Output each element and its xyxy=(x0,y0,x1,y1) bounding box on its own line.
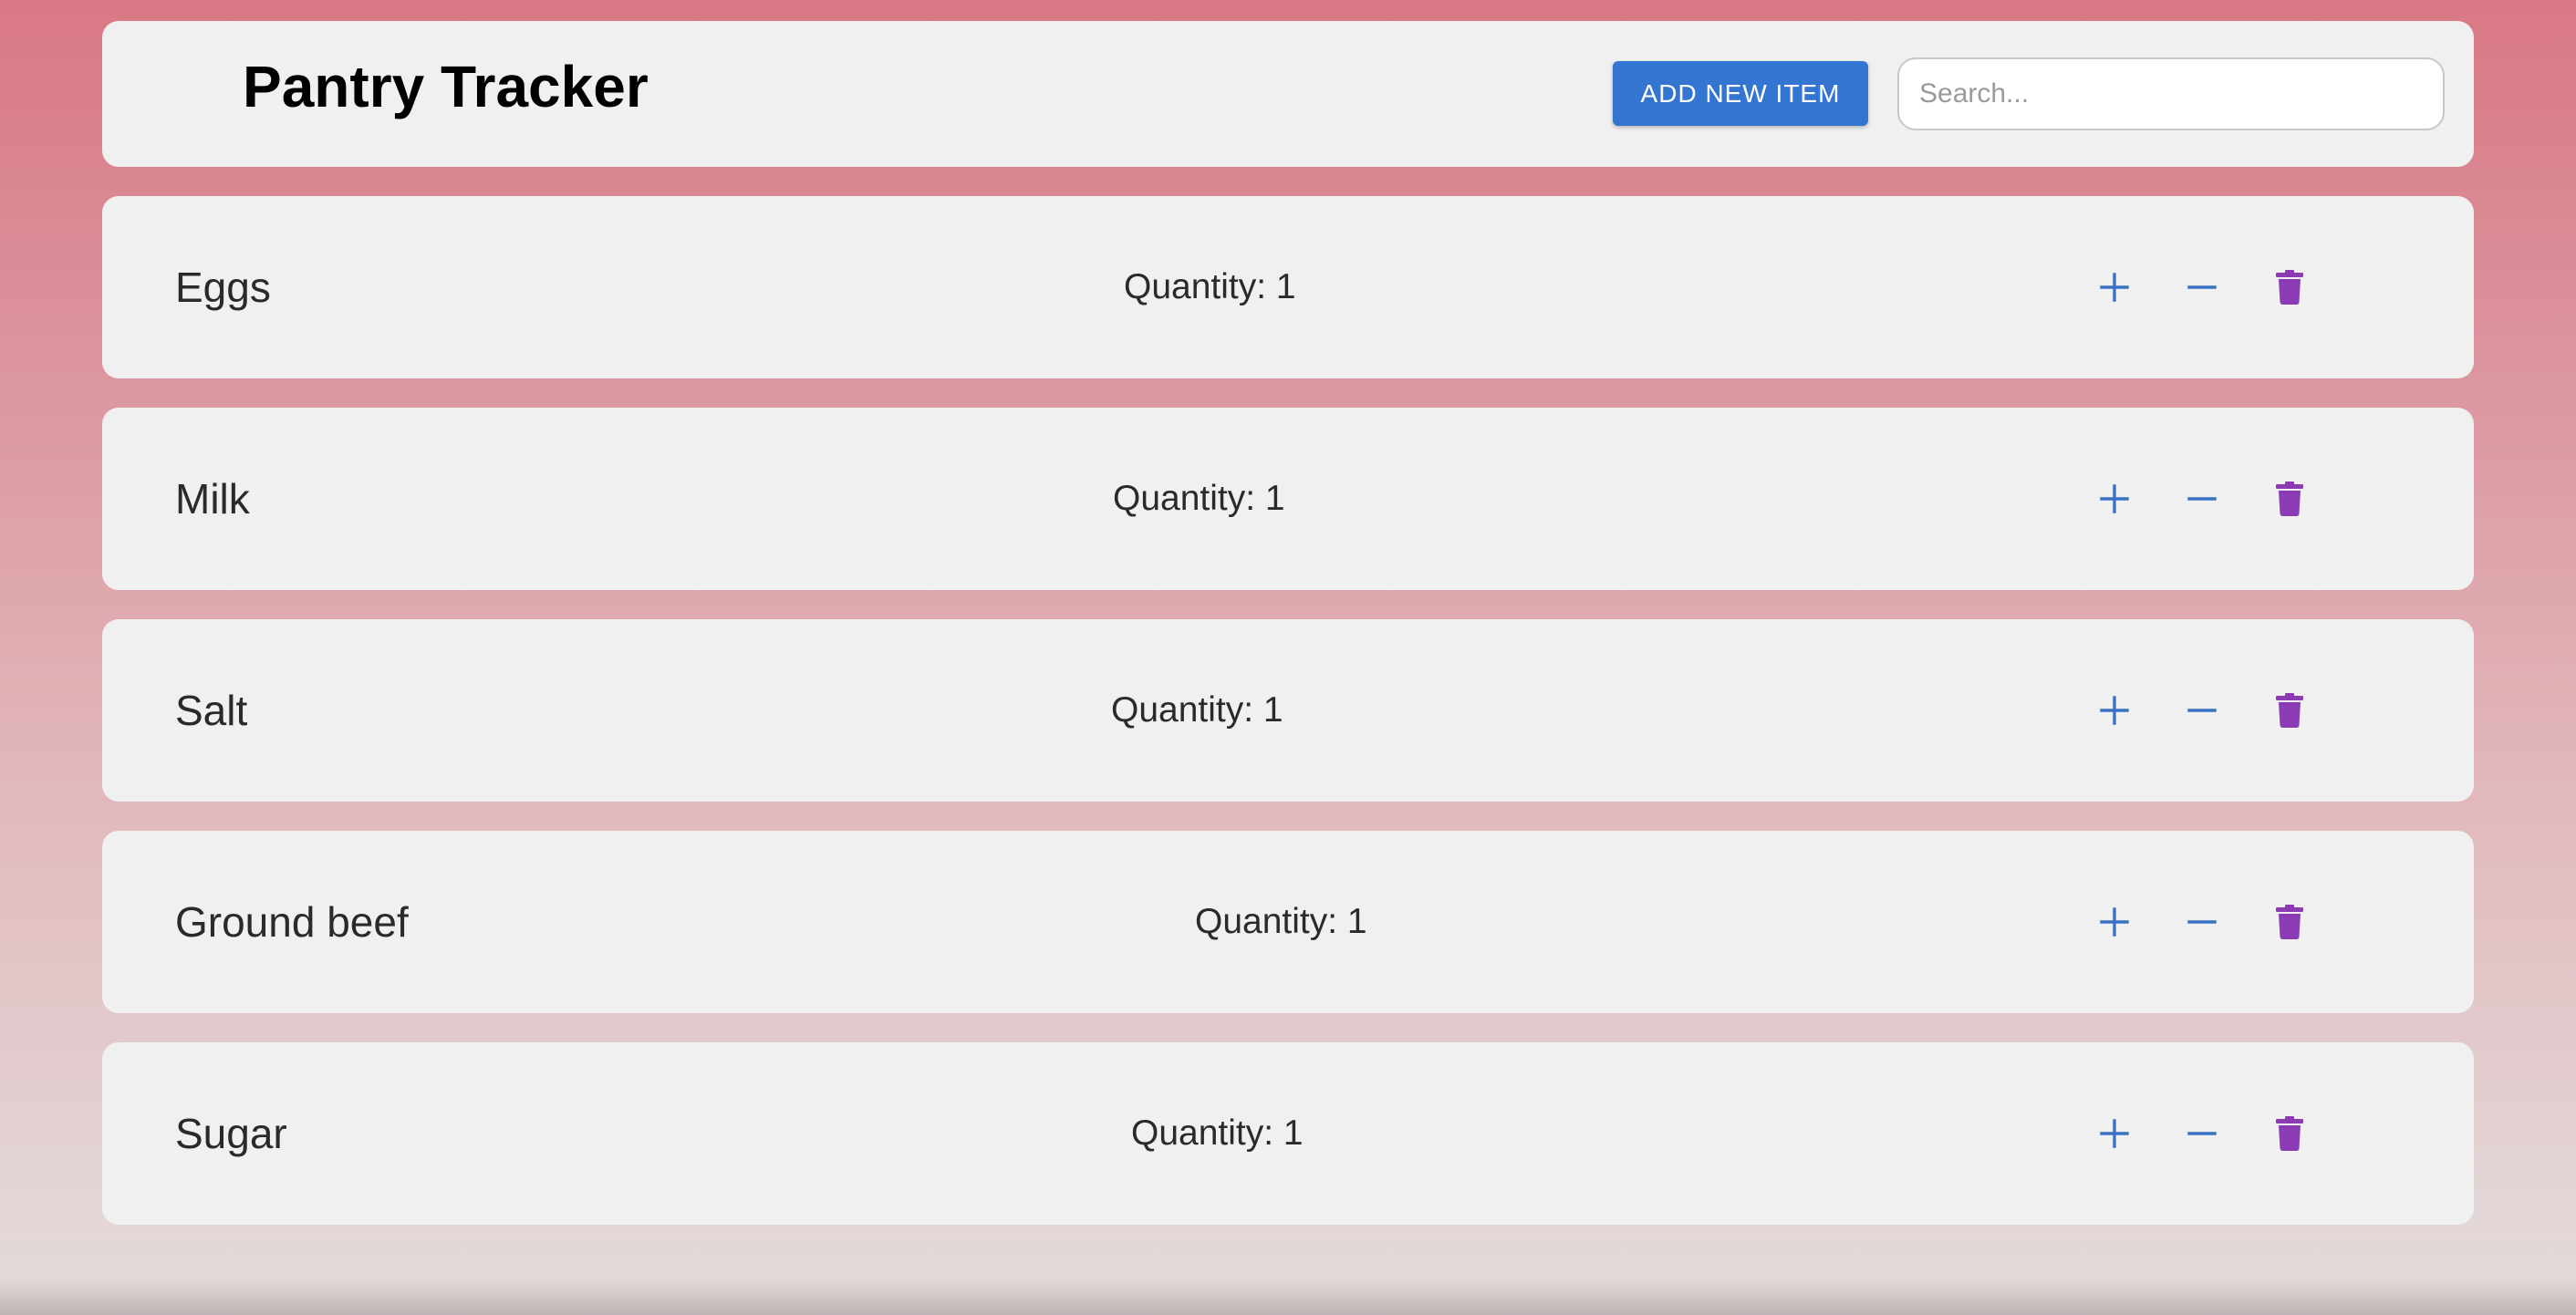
app-title: Pantry Tracker xyxy=(243,54,649,119)
pantry-item: Milk Quantity: 1 xyxy=(102,408,2474,590)
item-quantity: Quantity: 1 xyxy=(1111,690,1283,730)
increment-button[interactable] xyxy=(2087,1106,2142,1161)
delete-button[interactable] xyxy=(2262,895,2317,949)
plus-icon xyxy=(2100,696,2129,725)
increment-button[interactable] xyxy=(2087,260,2142,315)
plus-icon xyxy=(2100,907,2129,937)
item-quantity: Quantity: 1 xyxy=(1124,267,1296,306)
item-name: Milk xyxy=(175,475,250,523)
delete-button[interactable] xyxy=(2262,260,2317,315)
increment-button[interactable] xyxy=(2087,471,2142,526)
trash-icon xyxy=(2276,270,2303,305)
item-quantity: Quantity: 1 xyxy=(1131,1113,1304,1153)
pantry-item: Ground beef Quantity: 1 xyxy=(102,831,2474,1013)
minus-icon xyxy=(2187,497,2217,501)
search-input[interactable] xyxy=(1897,57,2445,130)
item-name: Eggs xyxy=(175,264,271,311)
increment-button[interactable] xyxy=(2087,895,2142,949)
item-name: Salt xyxy=(175,687,248,734)
minus-icon xyxy=(2187,285,2217,289)
window-bottom-shadow xyxy=(0,1279,2576,1315)
minus-icon xyxy=(2187,709,2217,712)
decrement-button[interactable] xyxy=(2175,895,2229,949)
plus-icon xyxy=(2100,1119,2129,1148)
item-name: Ground beef xyxy=(175,898,409,946)
trash-icon xyxy=(2276,1116,2303,1151)
delete-button[interactable] xyxy=(2262,1106,2317,1161)
plus-icon xyxy=(2100,484,2129,513)
item-name: Sugar xyxy=(175,1110,287,1157)
decrement-button[interactable] xyxy=(2175,683,2229,738)
pantry-item: Sugar Quantity: 1 xyxy=(102,1042,2474,1225)
header-bar: Pantry Tracker ADD NEW ITEM xyxy=(102,21,2474,167)
decrement-button[interactable] xyxy=(2175,471,2229,526)
minus-icon xyxy=(2187,920,2217,924)
delete-button[interactable] xyxy=(2262,471,2317,526)
increment-button[interactable] xyxy=(2087,683,2142,738)
decrement-button[interactable] xyxy=(2175,260,2229,315)
trash-icon xyxy=(2276,905,2303,939)
pantry-item: Salt Quantity: 1 xyxy=(102,619,2474,802)
minus-icon xyxy=(2187,1132,2217,1135)
trash-icon xyxy=(2276,693,2303,728)
add-new-item-button[interactable]: ADD NEW ITEM xyxy=(1613,61,1868,126)
item-quantity: Quantity: 1 xyxy=(1195,902,1367,941)
decrement-button[interactable] xyxy=(2175,1106,2229,1161)
trash-icon xyxy=(2276,481,2303,516)
delete-button[interactable] xyxy=(2262,683,2317,738)
pantry-item: Eggs Quantity: 1 xyxy=(102,196,2474,378)
plus-icon xyxy=(2100,273,2129,302)
item-quantity: Quantity: 1 xyxy=(1113,479,1285,518)
